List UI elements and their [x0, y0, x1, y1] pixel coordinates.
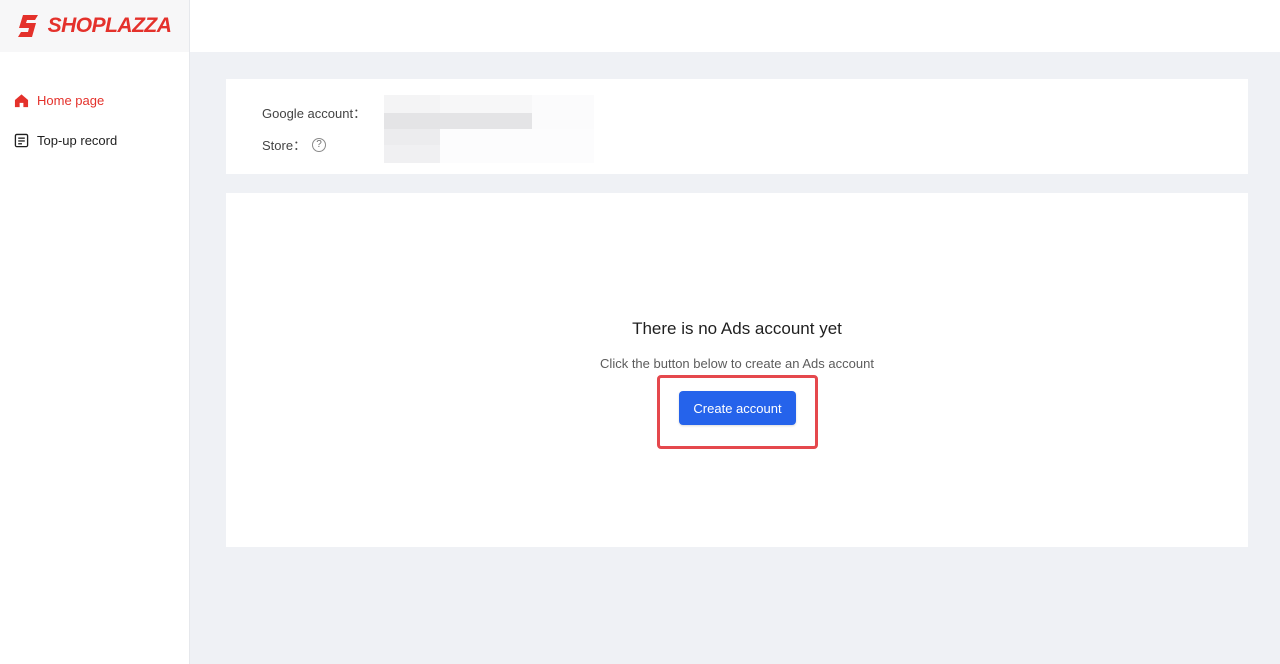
google-account-row: Google account：	[262, 103, 366, 122]
app-root: SHOPLAZZA Home page Top-up record Google…	[0, 0, 1280, 664]
sidebar-item-home-page[interactable]: Home page	[0, 80, 189, 120]
help-circle-icon[interactable]: ?	[312, 137, 327, 152]
empty-state-title: There is no Ads account yet	[632, 319, 842, 338]
create-account-button[interactable]: Create account	[679, 391, 796, 425]
top-bar	[190, 0, 1280, 52]
logo-area: SHOPLAZZA	[0, 0, 189, 52]
sidebar-item-top-up-record[interactable]: Top-up record	[0, 120, 189, 160]
ads-account-card: There is no Ads account yet Click the bu…	[226, 193, 1248, 547]
store-row: Store： ?	[262, 135, 327, 154]
empty-state-subtitle: Click the button below to create an Ads …	[600, 356, 874, 371]
record-icon	[14, 133, 29, 147]
home-icon	[14, 93, 29, 107]
sidebar-item-label: Top-up record	[37, 132, 118, 148]
account-info-card: Google account： Store： ?	[226, 79, 1248, 174]
store-label: Store：	[262, 138, 307, 153]
google-account-label: Google account：	[262, 106, 367, 121]
sidebar-nav: Home page Top-up record	[0, 52, 189, 160]
brand-name: SHOPLAZZA	[47, 14, 172, 37]
redacted-account-values	[384, 95, 594, 165]
shoplazza-logo-icon	[17, 15, 38, 37]
sidebar: SHOPLAZZA Home page Top-up record	[0, 0, 190, 664]
sidebar-item-label: Home page	[37, 92, 105, 108]
shoplazza-logo[interactable]: SHOPLAZZA	[17, 13, 172, 39]
